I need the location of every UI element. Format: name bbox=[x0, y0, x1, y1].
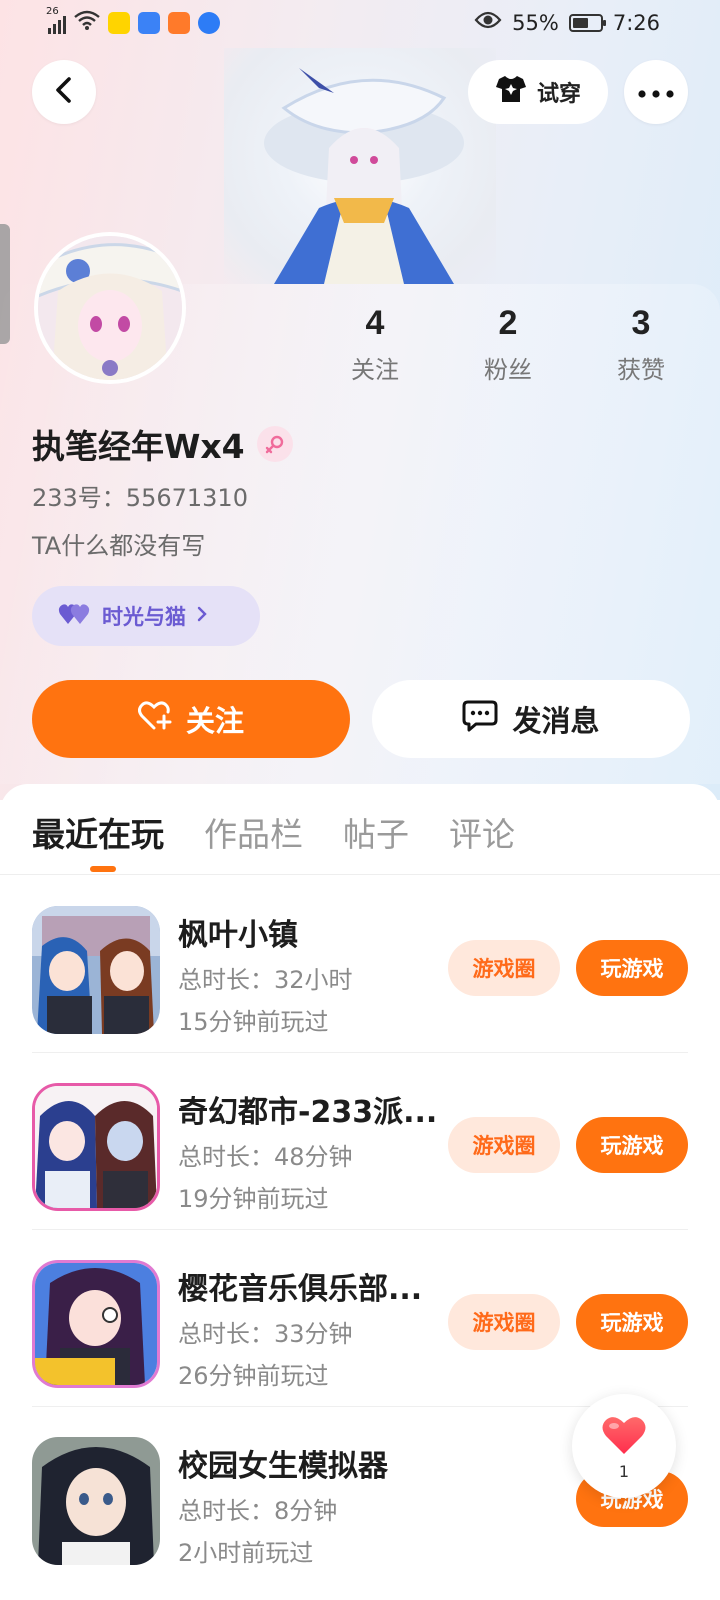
game-name: 校园女生模拟器 bbox=[178, 1449, 388, 1484]
game-last-played: 2小时前玩过 bbox=[178, 1539, 314, 1567]
game-last-played: 15分钟前玩过 bbox=[178, 1008, 329, 1036]
family-badge-label: 时光与猫 bbox=[102, 605, 186, 629]
family-badge[interactable]: 时光与猫 bbox=[32, 586, 260, 646]
try-on-label: 试穿 bbox=[536, 82, 581, 107]
chevron-right-icon bbox=[196, 604, 208, 628]
tab-comments[interactable]: 评论 bbox=[449, 808, 515, 856]
follow-button[interactable]: 关注 bbox=[32, 680, 350, 758]
game-name: 樱花音乐俱乐部... bbox=[178, 1272, 423, 1307]
avatar-figure-image bbox=[224, 48, 496, 284]
tab-divider bbox=[0, 874, 720, 875]
signal-icon: 26 bbox=[46, 6, 66, 34]
wifi-icon bbox=[74, 10, 100, 35]
browser-app-icon bbox=[198, 11, 220, 34]
game-name: 枫叶小镇 bbox=[178, 918, 298, 953]
meituan-app-icon bbox=[108, 11, 130, 34]
stat-likes[interactable]: 3 获赞 bbox=[586, 300, 696, 385]
game-total-time: 总时长：32小时 bbox=[178, 966, 353, 994]
game-last-played: 26分钟前玩过 bbox=[178, 1362, 329, 1390]
following-count: 4 bbox=[365, 304, 385, 342]
stat-following[interactable]: 4 关注 bbox=[320, 300, 430, 385]
heart-plus-icon bbox=[137, 700, 172, 738]
game-circle-button[interactable]: 游戏圈 bbox=[448, 940, 560, 996]
clock: 7:26 bbox=[612, 10, 660, 35]
battery-icon bbox=[568, 13, 606, 32]
play-game-button[interactable]: 玩游戏 bbox=[576, 940, 688, 996]
game-total-time: 总时长：48分钟 bbox=[178, 1143, 353, 1171]
stat-fans[interactable]: 2 粉丝 bbox=[453, 300, 563, 385]
back-button[interactable] bbox=[32, 60, 96, 124]
message-button[interactable]: 发消息 bbox=[372, 680, 690, 758]
game-total-time: 总时长：33分钟 bbox=[178, 1320, 353, 1348]
status-bar: 26 55% 7:26 bbox=[0, 0, 720, 48]
profile-stats: 4 关注 2 粉丝 3 获赞 bbox=[320, 300, 700, 390]
message-label: 发消息 bbox=[512, 704, 600, 738]
battery-percent: 55% bbox=[512, 10, 559, 35]
double-heart-icon bbox=[58, 602, 92, 631]
game-icon-school-girl-simulator[interactable] bbox=[32, 1437, 160, 1565]
likes-label: 获赞 bbox=[617, 356, 665, 384]
chevron-left-icon bbox=[52, 76, 76, 108]
user-id: 233号：55671310 bbox=[32, 484, 248, 512]
following-label: 关注 bbox=[351, 356, 399, 384]
eye-icon bbox=[474, 10, 502, 35]
play-game-button[interactable]: 玩游戏 bbox=[576, 1117, 688, 1173]
username: 执笔经年Wx4 bbox=[32, 427, 245, 466]
floating-like-button[interactable]: 1 bbox=[572, 1394, 676, 1498]
female-gender-icon bbox=[256, 426, 293, 462]
game-icon-fantasy-city[interactable] bbox=[32, 1083, 160, 1211]
avatar[interactable] bbox=[34, 232, 186, 384]
tshirt-icon bbox=[495, 74, 527, 110]
game-icon-maple-town[interactable] bbox=[32, 906, 160, 1034]
game-row[interactable]: 奇幻都市-233派... 总时长：48分钟 19分钟前玩过 游戏圈 玩游戏 bbox=[32, 1053, 688, 1230]
fans-count: 2 bbox=[498, 304, 518, 342]
user-bio: TA什么都没有写 bbox=[32, 532, 206, 560]
play-game-button[interactable]: 玩游戏 bbox=[576, 1294, 688, 1350]
like-count: 1 bbox=[618, 1461, 630, 1481]
game-row[interactable]: 樱花音乐俱乐部... 总时长：33分钟 26分钟前玩过 游戏圈 玩游戏 bbox=[32, 1230, 688, 1407]
heart-icon bbox=[601, 1414, 647, 1460]
likes-count: 3 bbox=[631, 304, 651, 342]
game-total-time: 总时长：8分钟 bbox=[178, 1497, 338, 1525]
chat-bubble-icon bbox=[462, 700, 498, 739]
game-row[interactable]: 枫叶小镇 总时长：32小时 15分钟前玩过 游戏圈 玩游戏 bbox=[32, 876, 688, 1053]
fans-label: 粉丝 bbox=[484, 356, 532, 384]
video-app-icon bbox=[168, 11, 190, 34]
game-last-played: 19分钟前玩过 bbox=[178, 1185, 329, 1213]
game-name: 奇幻都市-233派... bbox=[178, 1095, 438, 1130]
try-on-button[interactable]: 试穿 bbox=[468, 60, 608, 124]
app-icon-blue bbox=[138, 11, 160, 34]
active-tab-indicator bbox=[90, 866, 116, 872]
tab-works[interactable]: 作品栏 bbox=[204, 808, 303, 856]
game-icon-sakura-music-club[interactable] bbox=[32, 1260, 160, 1388]
game-circle-button[interactable]: 游戏圈 bbox=[448, 1117, 560, 1173]
tab-recently-played[interactable]: 最近在玩 bbox=[32, 808, 164, 856]
more-dots-icon bbox=[638, 83, 674, 102]
tab-posts[interactable]: 帖子 bbox=[343, 808, 409, 856]
profile-tabs: 最近在玩 作品栏 帖子 评论 bbox=[32, 808, 515, 856]
more-button[interactable] bbox=[624, 60, 688, 124]
follow-label: 关注 bbox=[185, 704, 244, 738]
username-row: 执笔经年Wx4 bbox=[32, 420, 293, 468]
game-circle-button[interactable]: 游戏圈 bbox=[448, 1294, 560, 1350]
